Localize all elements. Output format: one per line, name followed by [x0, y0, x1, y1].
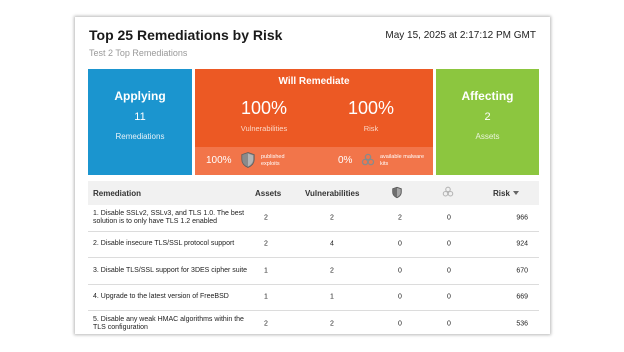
column-remediation[interactable]: Remediation: [93, 189, 141, 198]
exploits-cell: 0: [398, 293, 402, 301]
table-row[interactable]: 2. Disable insecure TLS/SSL protocol sup…: [88, 232, 539, 258]
will-remediate-tile[interactable]: Will Remediate 100% Vulnerabilities 100%…: [195, 69, 433, 175]
affecting-tile[interactable]: Affecting 2 Assets: [436, 69, 539, 175]
remediation-cell: 4. Upgrade to the latest version of Free…: [93, 293, 229, 301]
malware-cell: 0: [447, 293, 451, 301]
table-row[interactable]: 5. Disable any weak HMAC algorithms with…: [88, 311, 539, 334]
assets-cell: 1: [264, 293, 268, 301]
malware-kits-label: available malware kits: [380, 154, 425, 167]
applying-tile[interactable]: Applying 11 Remediations: [88, 69, 192, 175]
vulnerabilities-cell: 2: [330, 214, 334, 222]
biohazard-icon: [361, 153, 375, 166]
published-exploits-label: published exploits: [261, 154, 285, 167]
published-exploits-percent: 100%: [206, 155, 232, 166]
report-subtitle: Test 2 Top Remediations: [89, 48, 188, 58]
applying-label: Remediations: [115, 132, 165, 141]
malware-cell: 0: [447, 320, 451, 328]
remediations-card: Top 25 Remediations by Risk May 15, 2025…: [75, 17, 550, 334]
applying-count: 11: [134, 111, 146, 123]
remediations-table: Remediation Assets Vulnerabilities Risk …: [88, 181, 539, 334]
exploits-cell: 0: [398, 320, 402, 328]
malware-cell: 0: [447, 240, 451, 248]
malware-cell: 0: [447, 267, 451, 275]
exploits-cell: 2: [398, 214, 402, 222]
vulnerabilities-cell: 2: [330, 267, 334, 275]
affecting-label: Assets: [475, 132, 500, 141]
risk-cell: 536: [516, 320, 528, 328]
table-header: Remediation Assets Vulnerabilities Risk: [88, 181, 539, 205]
assets-cell: 2: [264, 240, 268, 248]
table-row[interactable]: 4. Upgrade to the latest version of Free…: [88, 285, 539, 311]
table-row[interactable]: 3. Disable TLS/SSL support for 3DES ciph…: [88, 258, 539, 285]
exploits-cell: 0: [398, 267, 402, 275]
column-vulnerabilities[interactable]: Vulnerabilities: [305, 189, 359, 198]
assets-cell: 2: [264, 214, 268, 222]
vulnerabilities-percent: 100%: [240, 98, 288, 118]
malware-kits-percent: 0%: [338, 155, 353, 166]
sort-desc-icon[interactable]: [513, 191, 519, 195]
remediation-cell: 5. Disable any weak HMAC algorithms with…: [93, 315, 244, 331]
will-remediate-footer: 100% published exploits 0% available mal…: [195, 147, 433, 175]
risk-label: Risk: [363, 124, 379, 133]
remediation-cell: 1. Disable SSLv2, SSLv3, and TLS 1.0. Th…: [93, 209, 245, 225]
applying-heading: Applying: [114, 89, 166, 103]
remediation-cell: 2. Disable insecure TLS/SSL protocol sup…: [93, 240, 235, 248]
vulnerabilities-cell: 1: [330, 293, 334, 301]
assets-cell: 1: [264, 267, 268, 275]
vulnerabilities-cell: 2: [330, 320, 334, 328]
vulnerabilities-cell: 4: [330, 240, 334, 248]
report-timestamp: May 15, 2025 at 2:17:12 PM GMT: [385, 30, 536, 41]
remediation-cell: 3. Disable TLS/SSL support for 3DES ciph…: [93, 266, 248, 274]
table-row[interactable]: 1. Disable SSLv2, SSLv3, and TLS 1.0. Th…: [88, 205, 539, 232]
exploits-cell: 0: [398, 240, 402, 248]
page-title: Top 25 Remediations by Risk: [89, 27, 283, 43]
risk-cell: 669: [516, 293, 528, 301]
column-risk[interactable]: Risk: [493, 189, 510, 198]
will-remediate-heading: Will Remediate: [278, 76, 350, 87]
biohazard-icon[interactable]: [442, 186, 454, 198]
column-assets[interactable]: Assets: [255, 189, 281, 198]
table-body: 1. Disable SSLv2, SSLv3, and TLS 1.0. Th…: [88, 205, 539, 334]
vulnerabilities-label: Vulnerabilities: [240, 124, 288, 133]
shield-icon[interactable]: [392, 186, 402, 199]
affecting-count: 2: [484, 111, 491, 123]
risk-cell: 670: [516, 267, 528, 275]
risk-cell: 924: [516, 240, 528, 248]
shield-icon: [241, 152, 255, 168]
risk-cell: 966: [516, 214, 528, 222]
risk-percent: 100%: [347, 98, 395, 118]
malware-cell: 0: [447, 214, 451, 222]
affecting-heading: Affecting: [461, 89, 514, 103]
assets-cell: 2: [264, 320, 268, 328]
